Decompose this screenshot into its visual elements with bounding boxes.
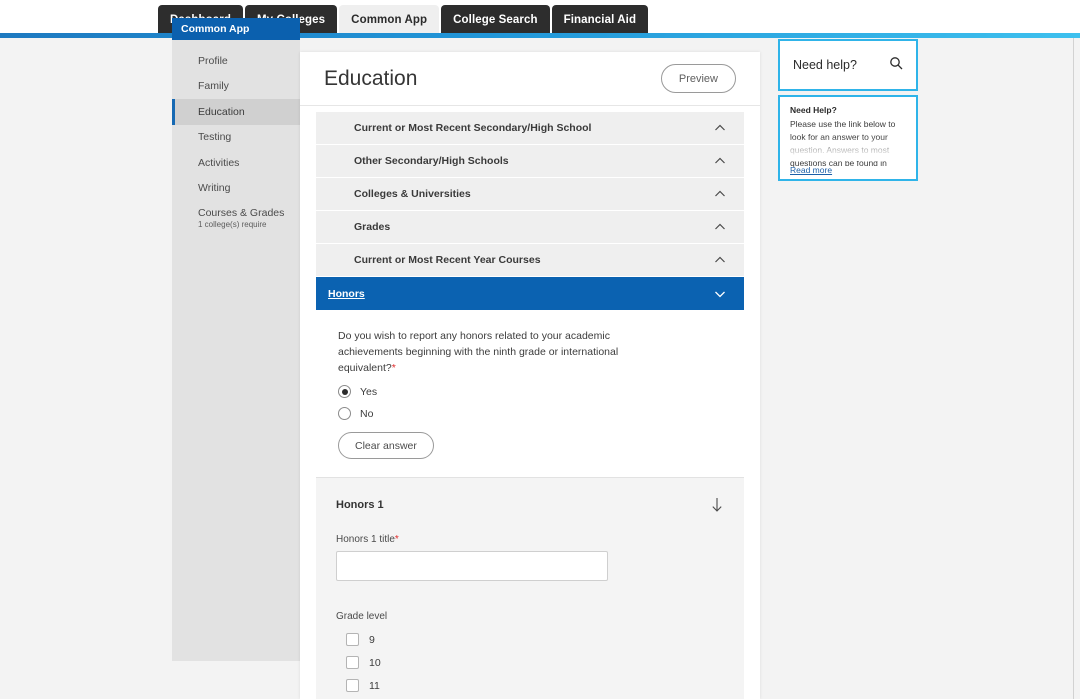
sidebar-item-label: Writing — [198, 182, 300, 194]
main-card: Education Preview Current or Most Recent… — [300, 52, 760, 699]
help-body: Need Help? Please use the link below to … — [778, 95, 918, 181]
chevron-up-icon — [713, 121, 727, 135]
accordion-label: Other Secondary/High Schools — [354, 155, 509, 167]
checkbox-icon[interactable] — [346, 656, 359, 669]
sidebar-item-profile[interactable]: Profile — [172, 48, 300, 74]
checkbox-icon[interactable] — [346, 679, 359, 692]
sidebar-item-courses-and-grades[interactable]: Courses & Grades 1 college(s) require — [172, 201, 300, 235]
grade-checkbox-9[interactable]: 9 — [336, 628, 724, 651]
accordion-honors[interactable]: Honors — [316, 277, 744, 310]
browser-top-strip: Dashboard My Colleges Common App College… — [0, 0, 1080, 34]
accordion-current-secondary-school[interactable]: Current or Most Recent Secondary/High Sc… — [316, 112, 744, 145]
sidebar-header-label: Common App — [181, 23, 249, 35]
page-scrollbar[interactable] — [1074, 38, 1080, 699]
accordion-other-secondary-schools[interactable]: Other Secondary/High Schools — [316, 145, 744, 178]
honors-1-heading: Honors 1 — [336, 499, 384, 511]
accordion-colleges-universities[interactable]: Colleges & Universities — [316, 178, 744, 211]
sidebar-item-label: Activities — [198, 157, 300, 169]
sidebar-item-education[interactable]: Education — [172, 99, 300, 125]
chevron-up-icon — [713, 187, 727, 201]
honors-1-panel: Honors 1 Honors 1 title* Grade level 9 1… — [316, 478, 744, 699]
honors-1-header: Honors 1 — [336, 492, 724, 518]
sidebar-nav: Profile Family Education Testing Activit… — [172, 40, 300, 235]
tab-financial-aid[interactable]: Financial Aid — [552, 5, 648, 34]
required-asterisk: * — [395, 534, 399, 545]
radio-option-no[interactable]: No — [316, 407, 744, 420]
tab-common-app[interactable]: Common App — [339, 5, 439, 34]
radio-yes-label: Yes — [360, 386, 377, 398]
chevron-down-icon — [713, 287, 727, 301]
honors-1-title-input[interactable] — [336, 551, 608, 581]
sidebar-item-label: Testing — [198, 131, 300, 143]
accordion-label: Current or Most Recent Secondary/High Sc… — [354, 122, 591, 134]
grade-checkbox-10[interactable]: 10 — [336, 651, 724, 674]
accordion-label: Honors — [328, 288, 365, 300]
grade-level-label: Grade level — [336, 611, 724, 622]
app-root: Dashboard My Colleges Common App College… — [0, 0, 1080, 699]
accordion-current-year-courses[interactable]: Current or Most Recent Year Courses — [316, 244, 744, 277]
move-down-arrow-icon[interactable] — [710, 497, 724, 513]
sidebar-item-activities[interactable]: Activities — [172, 150, 300, 176]
grade-label-10: 10 — [369, 657, 381, 669]
radio-option-yes[interactable]: Yes — [316, 385, 744, 398]
sidebar: Common App Profile Family Education Test… — [172, 18, 300, 661]
preview-button[interactable]: Preview — [661, 64, 736, 93]
sidebar-item-label: Courses & Grades — [198, 207, 300, 219]
help-widget: Need help? Need Help? Please use the lin… — [778, 39, 918, 181]
honors-question-text: Do you wish to report any honors related… — [316, 328, 646, 376]
grade-label-11: 11 — [369, 680, 380, 692]
sidebar-item-sublabel: 1 college(s) require — [198, 220, 300, 229]
tab-college-search[interactable]: College Search — [441, 5, 550, 34]
help-header[interactable]: Need help? — [778, 39, 918, 91]
card-header: Education Preview — [300, 52, 760, 106]
question-label: Do you wish to report any honors related… — [338, 330, 618, 374]
clear-answer-button[interactable]: Clear answer — [338, 432, 434, 459]
accordion-label: Grades — [354, 221, 390, 233]
honors-question-block: Do you wish to report any honors related… — [300, 310, 760, 477]
radio-yes-icon[interactable] — [338, 385, 351, 398]
chevron-up-icon — [713, 220, 727, 234]
read-more-link[interactable]: Read more — [790, 165, 832, 175]
sidebar-item-label: Education — [198, 106, 300, 118]
field-label-text: Honors 1 title — [336, 534, 395, 545]
honors-1-title-label: Honors 1 title* — [336, 534, 724, 545]
page-title: Education — [324, 67, 417, 91]
radio-no-label: No — [360, 408, 373, 420]
sidebar-item-writing[interactable]: Writing — [172, 176, 300, 202]
help-header-title: Need help? — [793, 58, 857, 72]
search-icon[interactable] — [889, 56, 903, 75]
required-asterisk: * — [392, 362, 396, 374]
grade-checkbox-11[interactable]: 11 — [336, 674, 724, 697]
sidebar-item-family[interactable]: Family — [172, 74, 300, 100]
chevron-up-icon — [713, 154, 727, 168]
accordion-label: Current or Most Recent Year Courses — [354, 254, 541, 266]
sidebar-item-testing[interactable]: Testing — [172, 125, 300, 151]
help-body-text: Please use the link below to look for an… — [790, 118, 906, 170]
accordion-list: Current or Most Recent Secondary/High Sc… — [300, 106, 760, 310]
radio-no-icon[interactable] — [338, 407, 351, 420]
accordion-label: Colleges & Universities — [354, 188, 471, 200]
chevron-up-icon — [713, 253, 727, 267]
sidebar-item-label: Profile — [198, 55, 300, 67]
grade-label-9: 9 — [369, 634, 375, 646]
accordion-grades[interactable]: Grades — [316, 211, 744, 244]
help-body-title: Need Help? — [790, 105, 906, 115]
sidebar-item-label: Family — [198, 80, 300, 92]
sidebar-header: Common App — [172, 18, 300, 40]
checkbox-icon[interactable] — [346, 633, 359, 646]
